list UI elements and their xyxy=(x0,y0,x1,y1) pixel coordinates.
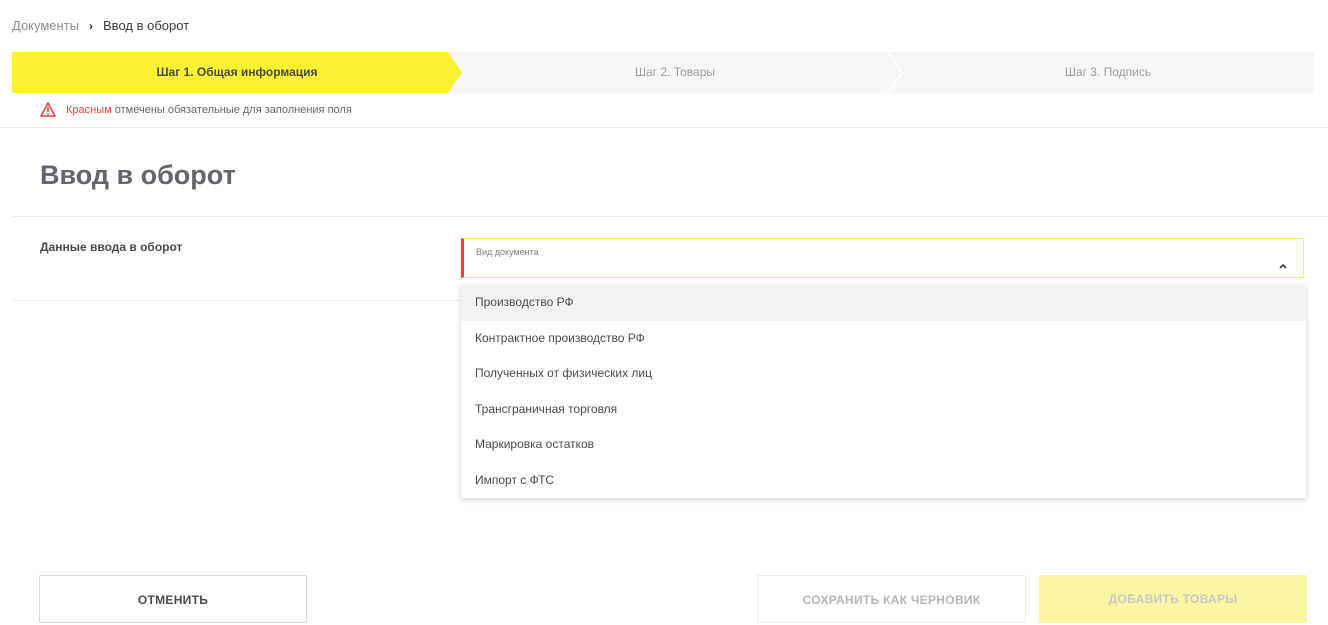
notice-highlight: Красным xyxy=(66,104,112,116)
dropdown-option[interactable]: Полученных от физических лиц xyxy=(461,356,1306,392)
required-fields-notice: Красным отмечены обязательные для заполн… xyxy=(0,94,1328,128)
step-2-divider xyxy=(887,52,904,93)
divider xyxy=(12,216,1328,217)
step-progress: Шаг 1. Общая информация Шаг 2. Товары Ша… xyxy=(12,52,1314,93)
notice-text: Красным отмечены обязательные для заполн… xyxy=(66,104,352,116)
save-draft-button[interactable]: СОХРАНИТЬ КАК ЧЕРНОВИК xyxy=(757,575,1026,623)
dropdown-option[interactable]: Контрактное производство РФ xyxy=(461,321,1306,357)
dropdown-option[interactable]: Производство РФ xyxy=(461,285,1306,321)
step-2[interactable]: Шаг 2. Товары xyxy=(462,52,888,93)
chevron-up-icon[interactable] xyxy=(1279,256,1287,274)
document-type-dropdown: Производство РФ Контрактное производство… xyxy=(461,285,1306,498)
breadcrumb: Документы › Ввод в оборот xyxy=(12,18,189,33)
notice-rest: отмечены обязательные для заполнения пол… xyxy=(111,104,352,116)
dropdown-option[interactable]: Маркировка остатков xyxy=(461,427,1306,463)
dropdown-option[interactable]: Импорт с ФТС xyxy=(461,463,1306,499)
chevron-right-icon: › xyxy=(89,18,94,33)
document-type-select[interactable]: Вид документа xyxy=(461,238,1304,278)
step-1[interactable]: Шаг 1. Общая информация xyxy=(12,52,462,93)
divider xyxy=(12,300,462,301)
breadcrumb-current: Ввод в оборот xyxy=(103,18,190,33)
page-title: Ввод в оборот xyxy=(40,160,236,190)
document-type-label: Вид документа xyxy=(476,247,539,257)
section-label: Данные ввода в оборот xyxy=(40,240,183,254)
dropdown-option[interactable]: Трансграничная торговля xyxy=(461,392,1306,428)
cancel-button[interactable]: ОТМЕНИТЬ xyxy=(39,575,307,623)
add-goods-button[interactable]: ДОБАВИТЬ ТОВАРЫ xyxy=(1039,575,1307,623)
step-3[interactable]: Шаг 3. Подпись xyxy=(902,52,1314,93)
warning-triangle-icon xyxy=(40,102,56,122)
breadcrumb-link-documents[interactable]: Документы xyxy=(12,18,79,33)
